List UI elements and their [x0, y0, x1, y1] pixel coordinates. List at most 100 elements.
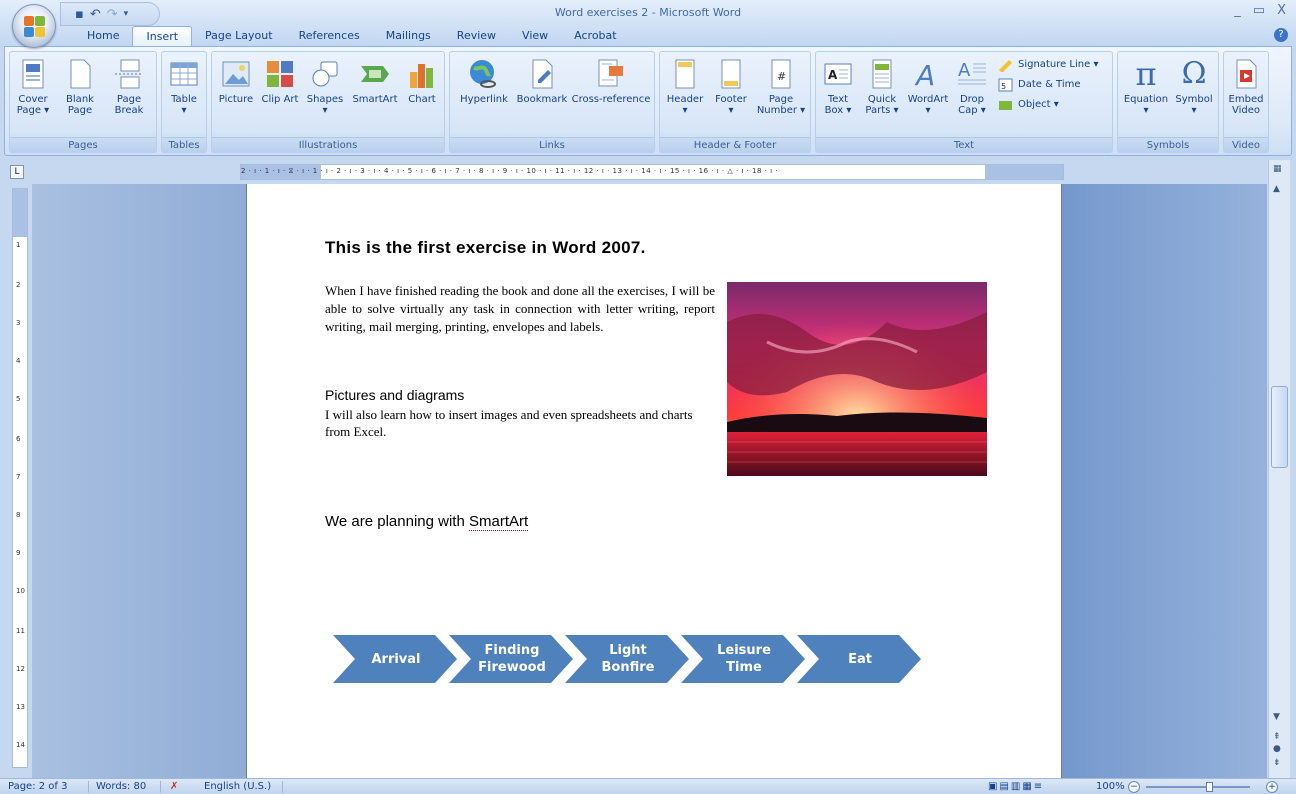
heading-2[interactable]: Pictures and diagrams: [325, 387, 464, 403]
clip-art-button[interactable]: Clip Art: [260, 54, 300, 138]
tab-selector[interactable]: L: [10, 165, 24, 179]
smartart-label-3: Light Bonfire: [601, 643, 655, 675]
zoom-out-button[interactable]: −: [1128, 781, 1140, 793]
group-text: A Text Box ▾ Quick Parts ▾ A WordArt ▾ A …: [815, 51, 1113, 153]
tab-review[interactable]: Review: [444, 26, 509, 46]
group-label-pages: Pages: [10, 137, 156, 152]
tab-mailings[interactable]: Mailings: [373, 26, 444, 46]
bookmark-button[interactable]: Bookmark: [516, 54, 568, 138]
smartart-label-1: Arrival: [371, 651, 421, 667]
group-pages: Cover Page ▾ Blank Page Page Break Pages: [9, 51, 157, 153]
vertical-ruler[interactable]: 1 2 3 4 5 6 7 8 9 10 11 12 13 14: [12, 188, 28, 768]
svg-text:#: #: [777, 70, 786, 83]
smartart-process[interactable]: Arrival Finding Firewood Light Bonfire Lei…: [333, 633, 933, 689]
blank-page-icon: [70, 59, 91, 89]
view-ruler-icon[interactable]: ▦: [1273, 164, 1282, 174]
smartart-label-4: Leisure Time: [717, 643, 771, 675]
zoom-level[interactable]: 100%: [1096, 781, 1125, 792]
previous-page-icon[interactable]: ⇞: [1273, 732, 1281, 742]
smartart-label-5: Eat: [848, 651, 872, 667]
group-label-text: Text: [816, 137, 1112, 152]
window-title: Word exercises 2 - Microsoft Word: [554, 6, 742, 19]
object-icon: [999, 101, 1012, 110]
object-button[interactable]: Object ▾: [998, 96, 1059, 114]
chart-button[interactable]: Chart: [402, 54, 442, 138]
tab-page-layout[interactable]: Page Layout: [192, 26, 286, 46]
calendar-icon: 5: [998, 78, 1013, 92]
quick-parts-icon: [872, 59, 892, 89]
date-time-button[interactable]: 5 Date & Time: [998, 76, 1081, 94]
blank-page-button[interactable]: Blank Page: [58, 54, 102, 138]
office-button[interactable]: [12, 4, 56, 48]
group-label-video: Video: [1224, 137, 1268, 152]
svg-text:A: A: [958, 60, 971, 81]
heading-3[interactable]: We are planning with SmartArt: [325, 513, 529, 531]
picture-button[interactable]: Picture: [214, 54, 258, 138]
smartart-button[interactable]: SmartArt: [350, 54, 400, 138]
tab-acrobat[interactable]: Acrobat: [561, 26, 629, 46]
page-break-button[interactable]: Page Break: [106, 54, 152, 138]
next-page-icon[interactable]: ⇟: [1273, 758, 1281, 768]
tab-insert[interactable]: Insert: [132, 26, 193, 47]
footer-button[interactable]: Footer ▾: [710, 54, 752, 138]
document-page[interactable]: This is the first exercise in Word 2007.…: [246, 184, 1062, 778]
zoom-in-button[interactable]: +: [1266, 781, 1278, 793]
proofing-icon[interactable]: ✗: [170, 781, 178, 792]
cover-page-button[interactable]: Cover Page ▾: [12, 54, 54, 138]
embed-video-icon: [1236, 59, 1257, 89]
view-buttons-icon[interactable]: ▣▤▥▦≡: [988, 781, 1044, 792]
ribbon-tabs: Home Insert Page Layout References Maili…: [74, 26, 630, 47]
drop-cap-icon: A: [958, 60, 986, 85]
vertical-scrollbar[interactable]: ▦ ▲ ▼ ⇞ ● ⇟: [1268, 160, 1290, 778]
minimize-button[interactable]: _: [1234, 3, 1241, 18]
tab-view[interactable]: View: [509, 26, 561, 46]
equation-button[interactable]: π Equation ▾: [1120, 54, 1172, 138]
signature-line-button[interactable]: Signature Line ▾: [998, 56, 1098, 74]
close-button[interactable]: X: [1277, 3, 1286, 18]
zoom-slider[interactable]: [1146, 786, 1250, 788]
help-icon[interactable]: ?: [1274, 28, 1288, 42]
ribbon: Cover Page ▾ Blank Page Page Break Pages…: [4, 46, 1292, 156]
paragraph-1[interactable]: When I have finished reading the book an…: [325, 282, 715, 336]
page-number-icon: #: [771, 59, 791, 89]
paragraph-2[interactable]: I will also learn how to insert images a…: [325, 406, 705, 440]
heading-1[interactable]: This is the first exercise in Word 2007.: [325, 238, 646, 258]
group-tables: Table ▾ Tables: [161, 51, 207, 153]
word-count[interactable]: Words: 80: [96, 781, 146, 792]
sunset-image[interactable]: [727, 282, 987, 476]
table-button[interactable]: Table ▾: [164, 54, 204, 138]
svg-text:5: 5: [1001, 82, 1006, 91]
smartart-icon: [361, 66, 389, 82]
text-box-button[interactable]: A Text Box ▾: [818, 54, 858, 138]
tab-home[interactable]: Home: [74, 26, 132, 46]
status-bar: Page: 2 of 3 Words: 80 ✗ English (U.S.) …: [0, 778, 1296, 794]
spelling-error-word[interactable]: SmartArt: [468, 513, 529, 531]
group-label-symbols: Symbols: [1118, 137, 1218, 152]
drop-cap-button[interactable]: A Drop Cap ▾: [952, 54, 992, 138]
horizontal-ruler[interactable]: 2 · ı · 1 · ı · ⧖ · ı · 1 · ı · 2 · ı · …: [240, 164, 1064, 180]
language[interactable]: English (U.S.): [204, 781, 271, 792]
page-count[interactable]: Page: 2 of 3: [8, 781, 67, 792]
hyperlink-icon: [470, 60, 496, 88]
select-browse-object-icon[interactable]: ●: [1273, 744, 1281, 754]
page-number-button[interactable]: # Page Number ▾: [754, 54, 808, 138]
scroll-thumb[interactable]: [1271, 386, 1288, 468]
tab-references[interactable]: References: [286, 26, 373, 46]
shapes-button[interactable]: Shapes ▾: [302, 54, 348, 138]
restore-button[interactable]: ▭: [1253, 3, 1265, 18]
pi-icon: π: [1135, 55, 1157, 93]
cross-reference-button[interactable]: Cross-reference: [568, 54, 654, 138]
footer-icon: [721, 59, 741, 89]
chart-icon: [410, 64, 433, 88]
scroll-down-icon[interactable]: ▼: [1273, 712, 1280, 722]
wordart-button[interactable]: A WordArt ▾: [906, 54, 950, 138]
embed-video-button[interactable]: Embed Video: [1226, 54, 1266, 138]
hyperlink-button[interactable]: Hyperlink: [452, 54, 516, 138]
zoom-slider-thumb[interactable]: [1206, 782, 1213, 792]
header-button[interactable]: Header ▾: [662, 54, 708, 138]
office-logo-icon: [24, 16, 46, 38]
quick-parts-button[interactable]: Quick Parts ▾: [860, 54, 904, 138]
ruler-ticks: 2 · ı · 1 · ı · ⧖ · ı · 1 · ı · 2 · ı · …: [241, 167, 779, 175]
scroll-up-icon[interactable]: ▲: [1273, 184, 1280, 194]
symbol-button[interactable]: Ω Symbol ▾: [1172, 54, 1216, 138]
